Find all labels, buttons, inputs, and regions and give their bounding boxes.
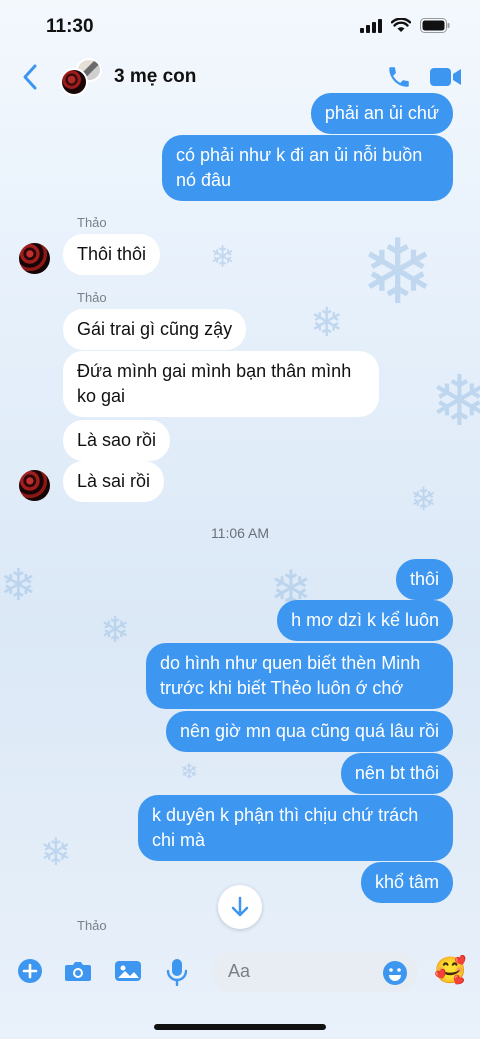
outgoing-message[interactable]: phải an ủi chứ bbox=[310, 93, 453, 134]
incoming-message[interactable]: Là sai rồi bbox=[63, 461, 165, 502]
scroll-to-bottom-button[interactable] bbox=[218, 885, 262, 929]
sender-name: Thảo bbox=[77, 290, 107, 305]
incoming-message[interactable]: Là sao rồi bbox=[63, 420, 171, 461]
battery-icon bbox=[420, 18, 450, 33]
cellular-signal-icon bbox=[360, 18, 382, 33]
message-input-placeholder: Aa bbox=[228, 961, 251, 981]
status-time: 11:30 bbox=[46, 16, 94, 37]
outgoing-message[interactable]: thôi bbox=[395, 559, 453, 600]
status-bar: 11:30 bbox=[0, 0, 480, 54]
avatar bbox=[60, 68, 88, 96]
sticker-emoji[interactable]: 🥰 bbox=[434, 956, 466, 986]
incoming-message[interactable]: Đứa mình gai mình bạn thân mình ko gai bbox=[63, 351, 379, 417]
message-input[interactable]: Aa bbox=[211, 952, 418, 992]
outgoing-message[interactable]: nên bt thôi bbox=[340, 753, 453, 794]
outgoing-message[interactable]: h mơ dzì k kể luôn bbox=[277, 600, 453, 641]
outgoing-message[interactable]: do hình như quen biết thèn Minh trước kh… bbox=[146, 643, 453, 709]
camera-icon[interactable] bbox=[64, 958, 92, 989]
video-camera-icon[interactable] bbox=[430, 66, 462, 93]
emoji-icon[interactable] bbox=[382, 960, 408, 991]
incoming-message[interactable]: Gái trai gì cũng zậy bbox=[63, 309, 247, 350]
sender-avatar[interactable] bbox=[19, 243, 50, 274]
sender-name: Thảo bbox=[77, 215, 107, 230]
plus-icon[interactable] bbox=[17, 958, 43, 989]
group-avatar[interactable] bbox=[60, 58, 102, 98]
sender-name: Thảo bbox=[77, 918, 107, 933]
outgoing-message[interactable]: khổ tâm bbox=[360, 862, 453, 903]
back-chevron-icon[interactable] bbox=[20, 62, 40, 92]
outgoing-message[interactable]: có phải như k đi an ủi nỗi buồn nó đâu bbox=[162, 135, 453, 201]
microphone-icon[interactable] bbox=[165, 958, 189, 991]
incoming-message[interactable]: Thôi thôi bbox=[63, 234, 161, 275]
outgoing-message[interactable]: nên giờ mn qua cũng quá lâu rồi bbox=[166, 711, 453, 752]
phone-icon[interactable] bbox=[386, 64, 412, 95]
timestamp: 11:06 AM bbox=[210, 525, 270, 541]
conversation-title[interactable]: 3 mẹ con bbox=[114, 66, 196, 88]
photo-icon[interactable] bbox=[114, 958, 142, 989]
wifi-icon bbox=[391, 18, 411, 33]
home-indicator bbox=[154, 1024, 326, 1030]
message-composer: Aa 🥰 bbox=[0, 940, 480, 1010]
arrow-down-icon bbox=[231, 896, 249, 917]
sender-avatar[interactable] bbox=[19, 470, 50, 501]
outgoing-message[interactable]: k duyên k phận thì chịu chứ trách chi mà bbox=[138, 795, 453, 861]
